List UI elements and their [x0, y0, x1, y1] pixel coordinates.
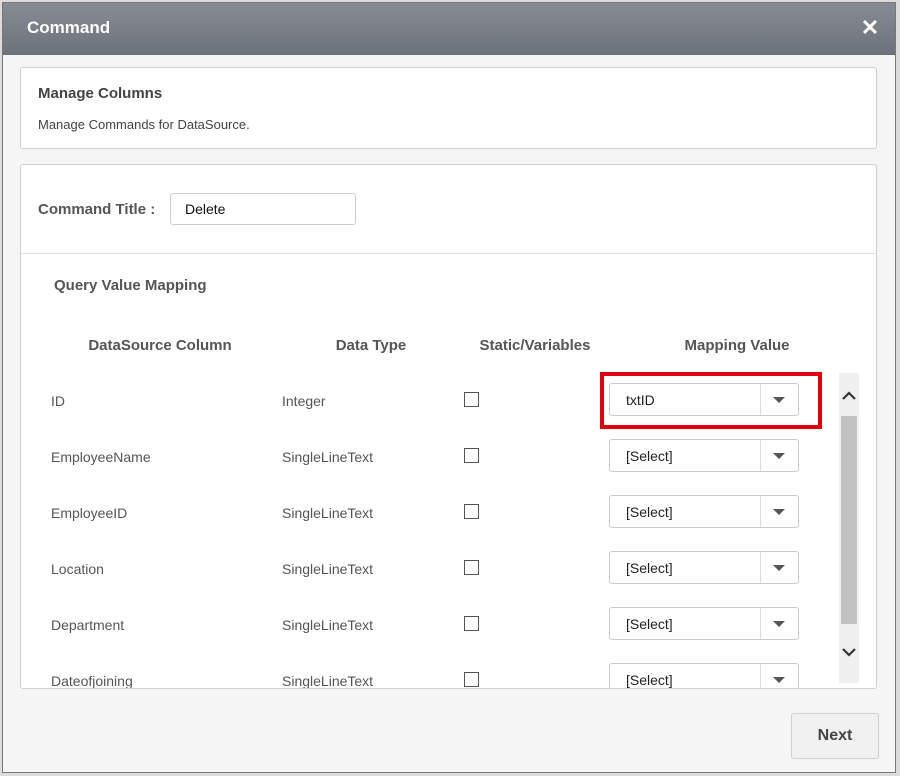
- chevron-down-icon[interactable]: [760, 440, 798, 471]
- datasource-column-cell: EmployeeName: [51, 449, 151, 465]
- dialog-title: Command: [27, 18, 111, 37]
- static-variables-checkbox[interactable]: [464, 448, 479, 463]
- chevron-down-icon[interactable]: [760, 384, 798, 415]
- chevron-up-icon[interactable]: [839, 387, 859, 411]
- close-icon[interactable]: ✕: [859, 16, 881, 40]
- manage-columns-heading: Manage Columns: [38, 85, 163, 102]
- mapping-value-selected: [Select]: [626, 616, 673, 632]
- static-variables-checkbox[interactable]: [464, 392, 479, 407]
- mapping-value-selected: txtID: [626, 392, 655, 408]
- mapping-value-select[interactable]: [Select]: [609, 551, 799, 584]
- mapping-row: ID Integer txtID: [21, 375, 841, 431]
- query-value-mapping-heading: Query Value Mapping: [54, 277, 207, 294]
- data-type-cell: SingleLineText: [282, 505, 374, 521]
- datasource-column-cell: Dateofjoining: [51, 673, 133, 689]
- datasource-column-cell: EmployeeID: [51, 505, 128, 521]
- mapping-value-select[interactable]: [Select]: [609, 663, 799, 688]
- data-type-cell: SingleLineText: [282, 673, 374, 689]
- chevron-down-icon[interactable]: [760, 608, 798, 639]
- next-button[interactable]: Next: [791, 713, 879, 759]
- header-mapping-value: Mapping Value: [684, 337, 790, 354]
- mapping-row: Department SingleLineText [Select]: [21, 599, 841, 655]
- mapping-row: EmployeeID SingleLineText [Select]: [21, 487, 841, 543]
- manage-columns-panel: Manage Columns Manage Commands for DataS…: [20, 67, 877, 149]
- static-variables-checkbox[interactable]: [464, 560, 479, 575]
- datasource-column-cell: ID: [51, 393, 65, 409]
- data-type-cell: SingleLineText: [282, 561, 374, 577]
- header-data-type: Data Type: [335, 337, 407, 354]
- static-variables-checkbox[interactable]: [464, 616, 479, 631]
- mapping-value-select[interactable]: [Select]: [609, 439, 799, 472]
- divider: [21, 253, 876, 254]
- static-variables-checkbox[interactable]: [464, 504, 479, 519]
- data-type-cell: SingleLineText: [282, 617, 374, 633]
- static-variables-checkbox[interactable]: [464, 672, 479, 687]
- datasource-column-cell: Department: [51, 617, 125, 633]
- dialog-titlebar: Command ✕: [3, 3, 895, 55]
- mapping-row: EmployeeName SingleLineText [Select]: [21, 431, 841, 487]
- header-datasource-column: DataSource Column: [88, 337, 232, 354]
- mapping-value-select[interactable]: txtID: [609, 383, 799, 416]
- mapping-value-selected: [Select]: [626, 504, 673, 520]
- mapping-value-select[interactable]: [Select]: [609, 607, 799, 640]
- mapping-value-selected: [Select]: [626, 448, 673, 464]
- mapping-row: Dateofjoining SingleLineText [Select]: [21, 655, 841, 689]
- datasource-column-cell: Location: [51, 561, 104, 577]
- mapping-value-selected: [Select]: [626, 560, 673, 576]
- command-title-input[interactable]: [170, 193, 356, 225]
- command-panel: Command Title : Query Value Mapping Data…: [20, 164, 877, 689]
- mapping-value-select[interactable]: [Select]: [609, 495, 799, 528]
- mapping-scrollbar[interactable]: [839, 373, 859, 683]
- chevron-down-icon[interactable]: [760, 496, 798, 527]
- header-static-variables: Static/Variables: [479, 337, 591, 354]
- chevron-down-icon[interactable]: [760, 664, 798, 688]
- scrollbar-thumb[interactable]: [841, 416, 857, 624]
- command-title-label: Command Title :: [38, 201, 156, 218]
- mapping-row: Location SingleLineText [Select]: [21, 543, 841, 599]
- chevron-down-icon[interactable]: [839, 643, 859, 667]
- chevron-down-icon[interactable]: [760, 552, 798, 583]
- manage-columns-subheading: Manage Commands for DataSource.: [38, 117, 250, 132]
- data-type-cell: SingleLineText: [282, 449, 374, 465]
- data-type-cell: Integer: [282, 393, 326, 409]
- mapping-value-selected: [Select]: [626, 672, 673, 688]
